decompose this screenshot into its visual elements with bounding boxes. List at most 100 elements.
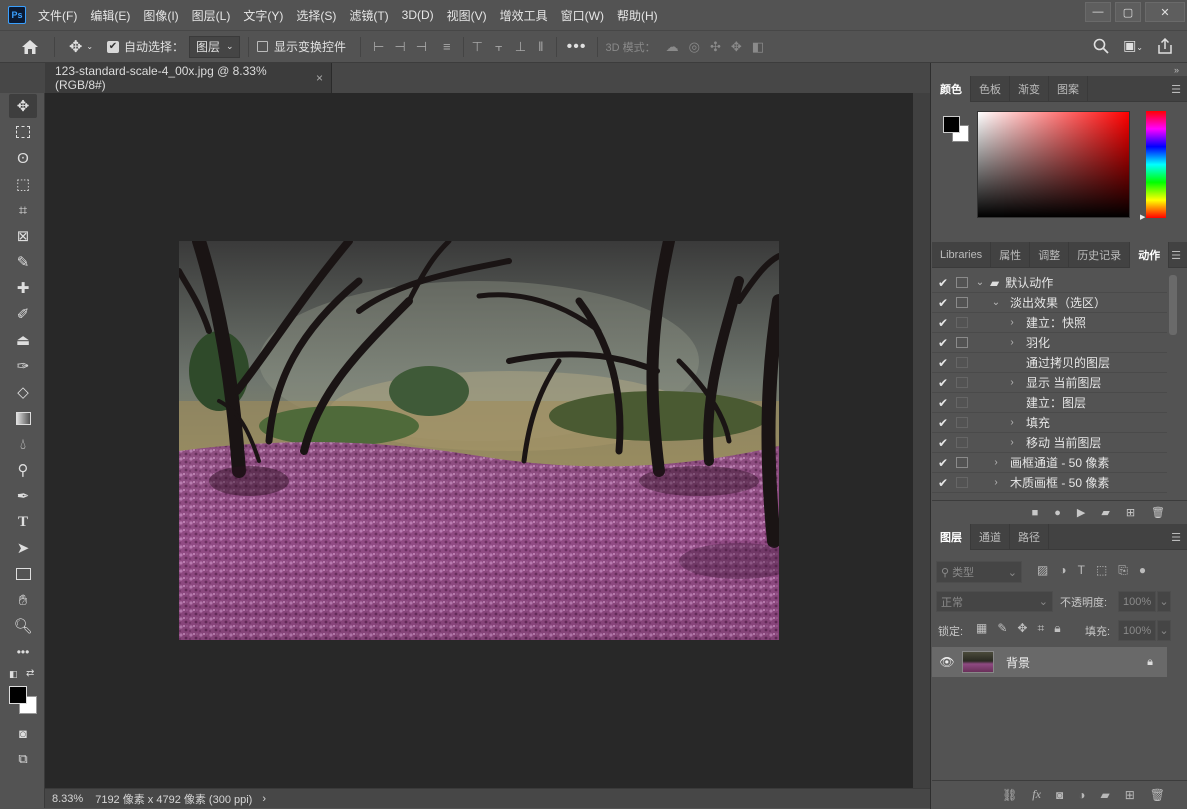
tab-color[interactable]: 颜色	[932, 75, 971, 102]
tab-paths[interactable]: 路径	[1010, 523, 1049, 550]
new-group-icon[interactable]: ▰	[1100, 788, 1109, 802]
dialog-toggle[interactable]	[956, 457, 968, 468]
3d-camera-icon[interactable]: ◧	[752, 39, 764, 55]
dialog-toggle[interactable]	[956, 277, 968, 288]
action-row[interactable]: ✔ › 羽化	[932, 333, 1167, 353]
blur-tool[interactable]: 💧︎	[9, 432, 37, 456]
fill-dropdown[interactable]: ⌄	[1157, 620, 1171, 641]
filter-adjust-icon[interactable]: ◑	[1059, 563, 1066, 578]
fx-icon[interactable]: fx	[1032, 787, 1041, 802]
action-row[interactable]: ✔ › 建立：快照	[932, 313, 1167, 333]
filter-toggle-icon[interactable]: ●	[1139, 563, 1146, 578]
filter-shape-icon[interactable]: ⬚	[1096, 563, 1107, 578]
swap-colors-icon[interactable]: ⇄	[26, 668, 34, 679]
dialog-toggle[interactable]	[956, 417, 968, 428]
align-left-icon[interactable]: ⊢	[373, 39, 384, 55]
action-row[interactable]: ✔ ⌄ ▰ 默认动作	[932, 273, 1167, 293]
clone-stamp-tool[interactable]: ⏏	[9, 328, 37, 352]
fill-input[interactable]: 100%	[1118, 620, 1156, 641]
color-field[interactable]	[977, 111, 1130, 218]
menu-layer[interactable]: 图层(L)	[192, 7, 231, 24]
checkmark-icon[interactable]: ✔	[932, 396, 954, 410]
tab-swatches[interactable]: 色板	[971, 75, 1010, 102]
action-row[interactable]: ✔ › 填充	[932, 413, 1167, 433]
3d-roll-icon[interactable]: ◎	[689, 39, 700, 55]
document-tab[interactable]: 123-standard-scale-4_00x.jpg @ 8.33%(RGB…	[45, 63, 332, 93]
hue-slider-handle-icon[interactable]: ▶	[1140, 213, 1145, 221]
lasso-tool[interactable]: ʘ	[9, 146, 37, 170]
menu-type[interactable]: 文字(Y)	[243, 7, 283, 24]
object-select-tool[interactable]: ⬚	[9, 172, 37, 196]
lock-paint-icon[interactable]: ✎	[997, 621, 1007, 636]
eyedropper-tool[interactable]: ✎	[9, 250, 37, 274]
visibility-eye-icon[interactable]: 👁︎	[932, 655, 962, 669]
history-brush-tool[interactable]: ✑	[9, 354, 37, 378]
show-transform-checkbox[interactable]	[257, 41, 269, 52]
action-row[interactable]: ✔ › 移动 当前图层	[932, 433, 1167, 453]
type-tool[interactable]: T	[9, 510, 37, 534]
layer-filter-dropdown[interactable]: ⚲ 类型 ⌄	[936, 561, 1022, 583]
zoom-tool[interactable]: 🔍︎	[9, 614, 37, 638]
crop-tool[interactable]: ⌗	[9, 198, 37, 222]
tab-gradients[interactable]: 渐变	[1010, 75, 1049, 102]
filter-type-icon[interactable]: T	[1078, 563, 1085, 578]
menu-help[interactable]: 帮助(H)	[617, 7, 658, 24]
menu-file[interactable]: 文件(F)	[38, 7, 77, 24]
auto-select-checkbox[interactable]: ✔	[107, 40, 119, 53]
lock-position-icon[interactable]: ✥	[1017, 621, 1027, 636]
checkmark-icon[interactable]: ✔	[932, 476, 954, 490]
path-select-tool[interactable]: ➤	[9, 536, 37, 560]
dialog-toggle[interactable]	[956, 437, 968, 448]
dialog-toggle[interactable]	[956, 357, 968, 368]
zoom-level[interactable]: 8.33%	[52, 793, 83, 805]
align-hcenter-icon[interactable]: ⊣	[394, 39, 405, 55]
3d-pan-icon[interactable]: ✣	[710, 39, 721, 55]
menu-3d[interactable]: 3D(D)	[402, 8, 434, 22]
opacity-dropdown[interactable]: ⌄	[1157, 591, 1171, 612]
lock-all-icon[interactable]: 🔒︎	[1054, 621, 1060, 636]
pen-tool[interactable]: ✒	[9, 484, 37, 508]
edit-toolbar-button[interactable]: •••	[9, 640, 37, 664]
dialog-toggle[interactable]	[956, 337, 968, 348]
lock-artboard-icon[interactable]: ⌗	[1037, 621, 1044, 636]
chevron-right-icon[interactable]: ›	[1006, 317, 1018, 328]
tab-layers[interactable]: 图层	[932, 523, 971, 550]
delete-layer-icon[interactable]: 🗑︎	[1150, 788, 1165, 802]
tab-adjustments[interactable]: 调整	[1030, 241, 1070, 268]
rect-marquee-tool[interactable]	[9, 120, 37, 144]
align-top-icon[interactable]: ⊤	[472, 39, 483, 55]
dialog-toggle[interactable]	[956, 477, 968, 488]
move-tool-preset-button[interactable]: ✥ ⌄	[63, 34, 99, 60]
vertical-scrollbar[interactable]	[913, 93, 930, 788]
action-row[interactable]: ✔ 通过拷贝的图层	[932, 353, 1167, 373]
blend-mode-dropdown[interactable]: 正常 ⌄	[936, 591, 1053, 612]
checkmark-icon[interactable]: ✔	[932, 296, 954, 310]
distribute-icon[interactable]: ‖	[538, 39, 543, 55]
chevron-right-icon[interactable]: ›	[1006, 337, 1018, 348]
checkmark-icon[interactable]: ✔	[932, 436, 954, 450]
tab-history[interactable]: 历史记录	[1069, 241, 1131, 268]
align-bottom-icon[interactable]: ⊥	[515, 39, 526, 55]
new-set-icon[interactable]: ▰	[1101, 506, 1109, 519]
3d-slide-icon[interactable]: ✥	[731, 39, 742, 55]
home-button[interactable]	[14, 34, 46, 60]
actions-scrollbar-thumb[interactable]	[1169, 275, 1177, 335]
add-mask-icon[interactable]: ◙	[1056, 788, 1063, 802]
dialog-toggle[interactable]	[956, 397, 968, 408]
link-layers-icon[interactable]: ⛓︎	[1002, 788, 1017, 802]
status-menu-arrow[interactable]: ›	[262, 793, 266, 805]
action-row[interactable]: ✔ › 显示 当前图层	[932, 373, 1167, 393]
chevron-down-icon[interactable]: ⌄	[974, 277, 986, 288]
close-tab-icon[interactable]: ×	[316, 71, 323, 85]
checkmark-icon[interactable]: ✔	[932, 456, 954, 470]
workspace-icon[interactable]: ▣⌄	[1123, 37, 1143, 54]
align-distribute-icon[interactable]: ≡	[443, 39, 451, 55]
screen-mode-button[interactable]: ⧉	[9, 747, 37, 771]
menu-select[interactable]: 选择(S)	[296, 7, 336, 24]
checkmark-icon[interactable]: ✔	[932, 316, 954, 330]
foreground-color-swatch[interactable]	[9, 686, 27, 704]
tab-actions[interactable]: 动作	[1130, 241, 1170, 268]
trash-icon[interactable]: 🗑︎	[1151, 506, 1165, 519]
action-row[interactable]: ✔ › 木质画框 - 50 像素	[932, 473, 1167, 493]
default-colors-icon[interactable]: ◧	[9, 669, 18, 680]
